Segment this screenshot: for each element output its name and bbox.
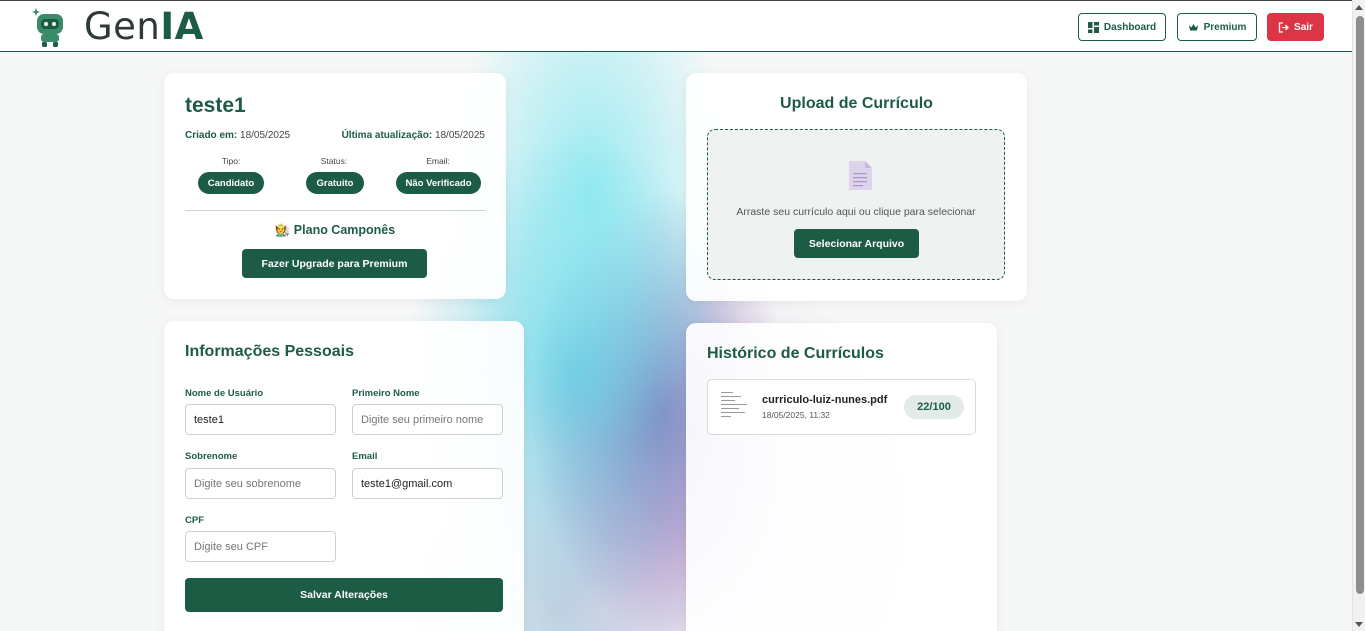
email-status-label: Email: (426, 156, 450, 166)
type-badge: Candidato (198, 172, 264, 194)
upgrade-premium-button[interactable]: Fazer Upgrade para Premium (242, 249, 427, 278)
dashboard-button-label: Dashboard (1103, 21, 1157, 33)
logout-button-label: Sair (1294, 21, 1313, 33)
top-navbar: GenIA Dashboard Premium Sair (0, 0, 1352, 52)
status-label: Status: (320, 156, 348, 166)
brand-suffix: IA (160, 5, 204, 48)
upload-card: Upload de Currículo Arraste seu currícul… (686, 73, 1027, 301)
plan-title: 🧑‍🌾 Plano Camponês (274, 223, 396, 237)
upload-dropzone[interactable]: Arraste seu currículo aqui ou clique par… (707, 129, 1005, 280)
email-label: Email (352, 451, 378, 462)
logout-button[interactable]: Sair (1267, 13, 1324, 41)
premium-button-label: Premium (1203, 21, 1247, 33)
created-value: 18/05/2025 (240, 130, 291, 141)
pdf-thumbnail-icon (719, 390, 749, 422)
dashboard-icon (1087, 21, 1099, 33)
brand-prefix: Gen (84, 5, 161, 48)
email-field[interactable]: teste1@gmail.com (352, 468, 503, 499)
divider (185, 210, 485, 211)
profile-card: teste1 Criado em: 18/05/2025 Última atua… (164, 73, 506, 299)
first-name-field[interactable]: Digite seu primeiro nome (352, 404, 503, 435)
profile-username: teste1 (185, 94, 246, 117)
updated-label: Última atualização: (341, 130, 433, 141)
created-date: Criado em: 18/05/2025 (185, 130, 290, 141)
username-field[interactable]: teste1 (185, 404, 336, 435)
cpf-label: CPF (185, 515, 204, 526)
brand-logo-text[interactable]: GenIA (84, 5, 204, 49)
history-filename: curriculo-luiz-nunes.pdf (762, 394, 888, 406)
updated-date: Última atualização: 18/05/2025 (342, 130, 485, 141)
document-icon (849, 161, 872, 190)
scroll-down-arrow-icon[interactable] (1355, 622, 1363, 627)
history-list-item[interactable]: curriculo-luiz-nunes.pdf 18/05/2025, 11:… (707, 379, 976, 435)
cpf-field[interactable]: Digite seu CPF (185, 531, 336, 562)
type-label: Tipo: (221, 156, 241, 166)
email-status-badge: Não Verificado (396, 172, 481, 194)
upload-instruction: Arraste seu currículo aqui ou clique par… (736, 206, 976, 218)
robot-logo-icon (32, 8, 63, 47)
score-badge: 22/100 (904, 395, 964, 419)
history-date: 18/05/2025, 11:32 (762, 410, 830, 420)
scroll-thumb[interactable] (1356, 16, 1364, 594)
personal-info-title: Informações Pessoais (185, 343, 354, 360)
page-scrollbar[interactable] (1352, 0, 1365, 631)
crown-icon (1188, 23, 1198, 30)
updated-value: 18/05/2025 (434, 130, 485, 141)
save-changes-button[interactable]: Salvar Alterações (185, 578, 503, 612)
username-label: Nome de Usuário (185, 388, 264, 399)
scroll-up-arrow-icon[interactable] (1355, 5, 1363, 10)
personal-info-card: Informações Pessoais Nome de Usuário tes… (164, 321, 524, 631)
history-card: Histórico de Currículos curriculo-luiz-n… (686, 323, 997, 631)
dashboard-button[interactable]: Dashboard (1078, 13, 1166, 41)
logout-icon (1278, 21, 1289, 33)
created-label: Criado em: (185, 130, 238, 141)
status-badge: Gratuito (306, 172, 364, 194)
select-file-button[interactable]: Selecionar Arquivo (794, 229, 919, 258)
first-name-label: Primeiro Nome (352, 388, 420, 399)
history-title: Histórico de Currículos (707, 345, 884, 362)
upload-title: Upload de Currículo (780, 95, 933, 112)
premium-button[interactable]: Premium (1177, 13, 1257, 41)
last-name-label: Sobrenome (185, 451, 238, 462)
last-name-field[interactable]: Digite seu sobrenome (185, 468, 336, 499)
